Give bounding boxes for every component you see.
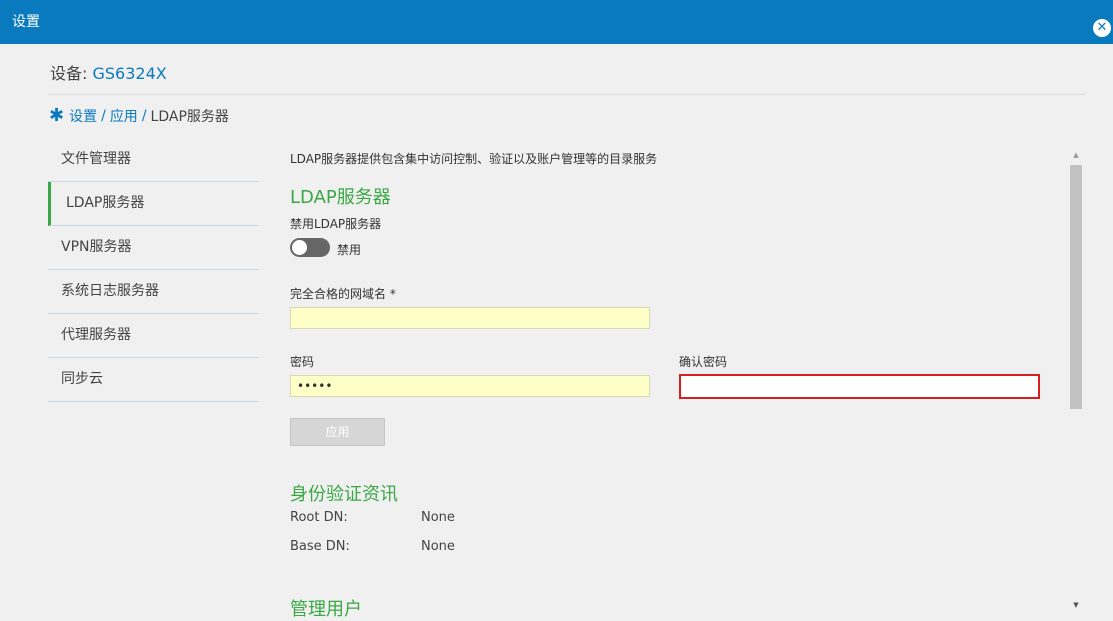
divider xyxy=(48,94,1085,95)
domain-input[interactable] xyxy=(290,307,650,329)
domain-label: 完全合格的网域名 * xyxy=(290,287,396,301)
sidebar-item-syslog[interactable]: 系统日志服务器 xyxy=(48,270,259,314)
root-dn-value: None xyxy=(421,510,455,525)
close-circle-icon[interactable]: ✕ xyxy=(1093,19,1111,37)
section-title-admin: 管理用户 xyxy=(290,599,362,620)
device-label: 设备: xyxy=(50,64,88,83)
sidebar-item-ldap[interactable]: LDAP服务器 xyxy=(48,182,259,226)
base-dn-key: Base DN: xyxy=(290,539,350,554)
apply-button[interactable]: 应用 xyxy=(290,418,385,446)
device-name: GS6324X xyxy=(92,64,167,83)
scroll-down-arrow-icon[interactable]: ▼ xyxy=(1069,599,1083,611)
breadcrumb-separator: / xyxy=(141,108,147,124)
scrollbar-thumb[interactable] xyxy=(1070,165,1082,409)
root-dn-key: Root DN: xyxy=(290,510,348,525)
window-title: 设置 xyxy=(12,14,40,30)
toggle-knob xyxy=(292,240,307,255)
breadcrumb-separator: / xyxy=(101,108,106,124)
sidebar-item-vpn[interactable]: VPN服务器 xyxy=(48,226,259,270)
base-dn-value: None xyxy=(421,539,455,554)
section-title-auth: 身份验证资讯 xyxy=(290,484,398,505)
ldap-toggle[interactable] xyxy=(290,238,330,257)
toggle-label: 禁用LDAP服务器 xyxy=(290,217,382,231)
breadcrumb-settings[interactable]: 设置 xyxy=(69,106,97,126)
gear-icon: ✱ xyxy=(49,105,65,126)
scroll-up-arrow-icon[interactable]: ▲ xyxy=(1069,149,1083,161)
section-title-ldap: LDAP服务器 xyxy=(290,187,391,208)
confirm-password-label: 确认密码 xyxy=(679,355,728,369)
page-description: LDAP服务器提供包含集中访问控制、验证以及账户管理等的目录服务 xyxy=(290,152,658,166)
title-bar: 设置 ✕ xyxy=(0,0,1113,44)
toggle-state-text: 禁用 xyxy=(337,243,362,257)
password-input[interactable] xyxy=(290,375,650,397)
sidebar-item-sync-cloud[interactable]: 同步云 xyxy=(48,358,259,402)
device-info: 设备: GS6324X xyxy=(50,60,167,84)
sidebar-item-proxy[interactable]: 代理服务器 xyxy=(48,314,259,358)
sidebar-item-file-manager[interactable]: 文件管理器 xyxy=(48,138,259,182)
breadcrumb: ✱ 设置 / 应用 / LDAP服务器 xyxy=(49,106,229,126)
sidebar: 文件管理器 LDAP服务器 VPN服务器 系统日志服务器 代理服务器 同步云 xyxy=(48,138,259,402)
confirm-password-input[interactable] xyxy=(679,374,1040,399)
breadcrumb-current: LDAP服务器 xyxy=(150,109,229,125)
breadcrumb-apps[interactable]: 应用 xyxy=(110,106,138,126)
password-label: 密码 xyxy=(290,355,315,369)
